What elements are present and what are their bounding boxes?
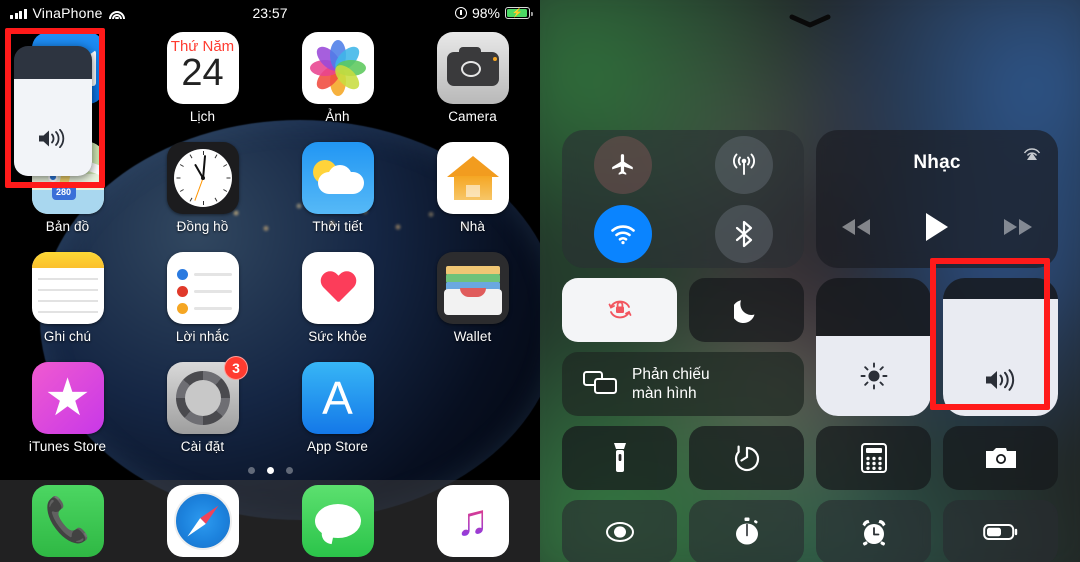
app-label: Bản đồ	[45, 219, 90, 234]
app-label: Lời nhắc	[175, 329, 230, 344]
app-label: Wallet	[453, 329, 492, 344]
play-icon[interactable]	[924, 212, 950, 247]
maps-road-shield: 280	[51, 184, 76, 200]
wallet-app-icon	[436, 252, 509, 324]
airplane-mode-toggle[interactable]	[593, 135, 652, 194]
page-indicator[interactable]	[0, 467, 540, 474]
app-label: Ghi chú	[43, 329, 92, 344]
app-health[interactable]: Sức khỏe	[270, 246, 405, 356]
notes-app-icon	[31, 252, 104, 324]
music-title: Nhạc	[913, 151, 961, 173]
app-reminders[interactable]: Lời nhắc	[135, 246, 270, 356]
screen-mirroring-line2: màn hình	[632, 385, 697, 402]
airplay-icon[interactable]	[1020, 140, 1044, 167]
app-label: Đồng hồ	[176, 219, 229, 234]
page-dot-3[interactable]	[285, 467, 293, 474]
chevron-down-icon[interactable]	[788, 14, 832, 28]
flashlight-toggle[interactable]	[562, 426, 677, 490]
weather-app-icon	[301, 142, 374, 214]
calendar-app-icon: Thứ Năm 24	[166, 32, 239, 104]
calculator-button[interactable]	[816, 426, 931, 490]
battery-charging-icon: ⚡	[505, 7, 533, 19]
control-center-grid: Nhạc Phản chiếu màn hình	[562, 130, 1058, 562]
app-label: Camera	[448, 109, 497, 124]
iphone-home-screen: VinaPhone 23:57 98% ⚡ Mail Thứ Năm 24	[0, 0, 540, 562]
screen-mirroring-line1: Phản chiếu	[632, 366, 710, 383]
control-center: Nhạc Phản chiếu màn hình	[540, 0, 1080, 562]
battery-percent-label: 98%	[471, 5, 500, 21]
app-label: Ảnh	[325, 109, 350, 124]
app-notes[interactable]: Ghi chú	[0, 246, 135, 356]
do-not-disturb-toggle[interactable]	[689, 278, 804, 342]
app-weather[interactable]: Thời tiết	[270, 136, 405, 246]
brightness-slider[interactable]	[816, 278, 931, 416]
app-photos[interactable]: Ảnh	[270, 26, 405, 136]
phone-app-icon[interactable]: 📞	[31, 485, 104, 557]
camera-button[interactable]	[943, 426, 1058, 490]
app-label: Nhà	[459, 219, 486, 234]
app-app-store[interactable]: A App Store	[270, 356, 405, 466]
app-label: App Store	[307, 439, 368, 454]
wifi-toggle[interactable]	[593, 204, 652, 263]
music-module[interactable]: Nhạc	[816, 130, 1058, 268]
screen-mirroring-label: Phản chiếu màn hình	[632, 365, 710, 403]
rotation-lock-icon	[454, 7, 467, 19]
app-label: Thời tiết	[312, 219, 363, 234]
app-calendar[interactable]: Thứ Năm 24 Lịch	[135, 26, 270, 136]
app-label: iTunes Store	[28, 439, 107, 454]
app-label: Sức khỏe	[308, 329, 367, 344]
app-grid-empty-slot	[405, 356, 540, 466]
app-label: Lịch	[189, 109, 216, 124]
volume-high-icon	[14, 128, 92, 152]
app-wallet[interactable]: Wallet	[405, 246, 540, 356]
volume-slider[interactable]	[943, 278, 1058, 416]
low-power-mode-button[interactable]	[943, 500, 1058, 562]
stopwatch-button[interactable]	[689, 500, 804, 562]
rotation-lock-toggle[interactable]	[562, 278, 677, 342]
fast-forward-icon[interactable]	[1002, 218, 1034, 241]
messages-app-icon[interactable]	[301, 485, 374, 557]
rewind-icon[interactable]	[840, 218, 872, 241]
itunes-store-app-icon: ★	[31, 362, 104, 434]
bluetooth-toggle[interactable]	[714, 204, 773, 263]
alarm-clock-button[interactable]	[816, 500, 931, 562]
clock-app-icon	[166, 142, 239, 214]
app-clock[interactable]: Đồng hồ	[135, 136, 270, 246]
app-camera[interactable]: Camera	[405, 26, 540, 136]
screen-record-button[interactable]	[562, 500, 677, 562]
screen-mirroring-button[interactable]: Phản chiếu màn hình	[562, 352, 804, 416]
app-settings[interactable]: 3 Cài đặt	[135, 356, 270, 466]
status-bar-right: 98% ⚡	[454, 5, 533, 21]
dock: 📞 ♫	[0, 480, 540, 562]
app-store-app-icon: A	[301, 362, 374, 434]
app-itunes-store[interactable]: ★ iTunes Store	[0, 356, 135, 466]
music-controls	[840, 212, 1034, 247]
camera-app-icon	[436, 32, 509, 104]
safari-app-icon[interactable]	[166, 485, 239, 557]
app-label: Cài đặt	[180, 439, 225, 454]
volume-fill	[943, 298, 1058, 416]
reminders-app-icon	[166, 252, 239, 324]
music-app-icon[interactable]: ♫	[436, 485, 509, 557]
screen-mirroring-icon	[582, 369, 618, 400]
status-bar: VinaPhone 23:57 98% ⚡	[0, 0, 540, 26]
photos-app-icon	[301, 32, 374, 104]
volume-hud-overlay	[14, 46, 92, 176]
home-app-icon	[436, 142, 509, 214]
page-dot-1[interactable]	[247, 467, 255, 474]
status-badge: 3	[224, 356, 248, 380]
volume-high-icon	[943, 369, 1058, 396]
connectivity-module	[562, 130, 804, 268]
calendar-day: 24	[181, 52, 224, 94]
app-home[interactable]: Nhà	[405, 136, 540, 246]
health-app-icon	[301, 252, 374, 324]
page-dot-2-active[interactable]	[266, 467, 274, 474]
screenshot-root: VinaPhone 23:57 98% ⚡ Mail Thứ Năm 24	[0, 0, 1080, 562]
brightness-icon	[816, 361, 931, 396]
timer-button[interactable]	[689, 426, 804, 490]
volume-hud-fill	[14, 78, 92, 176]
cellular-data-toggle[interactable]	[714, 135, 773, 194]
